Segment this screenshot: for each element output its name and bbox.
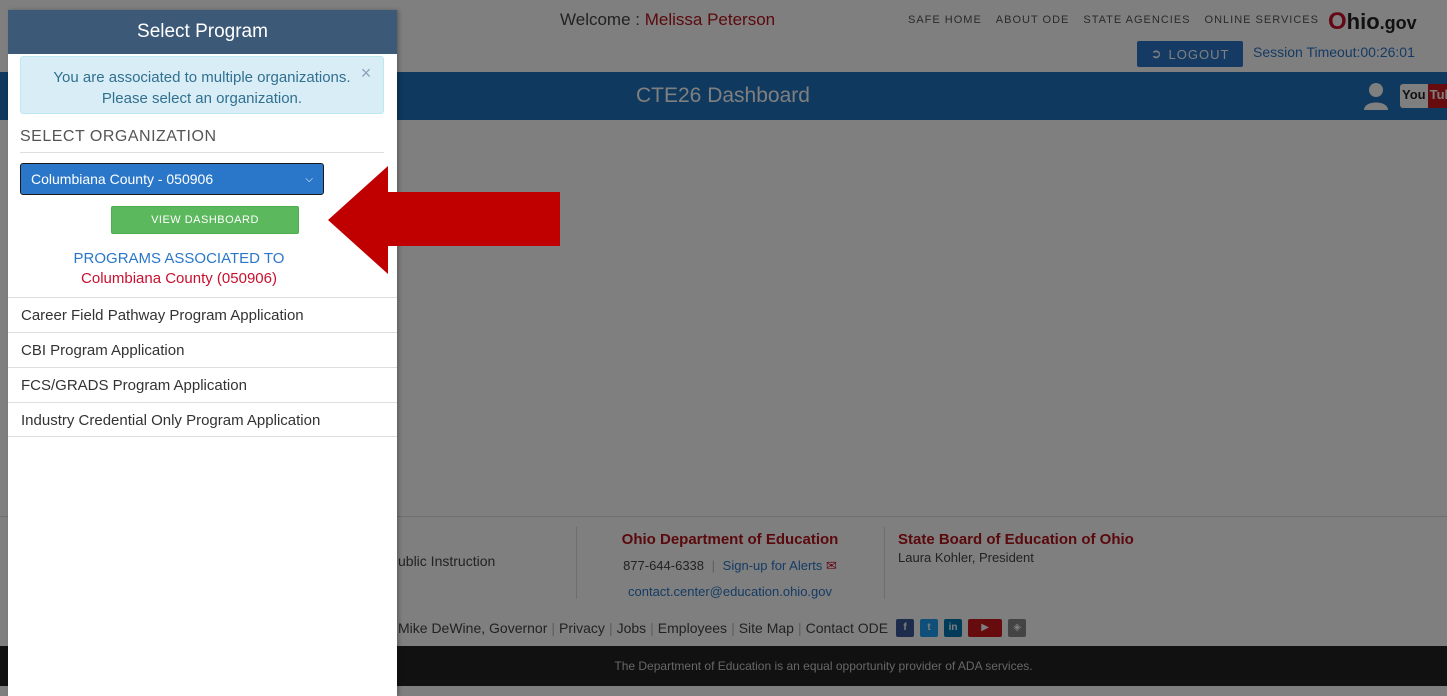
red-pointer-arrow-icon bbox=[328, 166, 560, 274]
selected-organization: Columbiana County - 050906 bbox=[31, 171, 214, 187]
associated-organization: Columbiana County (050906) bbox=[81, 270, 277, 287]
program-item-cbi[interactable]: CBI Program Application bbox=[8, 332, 397, 367]
select-organization-heading: SELECT ORGANIZATION bbox=[20, 128, 384, 153]
view-dashboard-button[interactable]: VIEW DASHBOARD bbox=[111, 206, 299, 234]
select-program-panel: Select Program You are associated to mul… bbox=[8, 10, 397, 696]
multiple-org-alert: You are associated to multiple organizat… bbox=[20, 56, 384, 114]
program-item-fcs-grads[interactable]: FCS/GRADS Program Application bbox=[8, 367, 397, 402]
close-icon[interactable]: × bbox=[359, 64, 373, 82]
organization-select[interactable]: Columbiana County - 050906 ⌵ bbox=[20, 163, 324, 195]
panel-title: Select Program bbox=[8, 10, 397, 54]
programs-associated-heading: PROGRAMS ASSOCIATED TO Columbiana County… bbox=[20, 249, 338, 289]
program-item-industry-credential[interactable]: Industry Credential Only Program Applica… bbox=[8, 402, 397, 437]
program-list: Career Field Pathway Program Application… bbox=[8, 297, 397, 437]
program-item-career-field-pathway[interactable]: Career Field Pathway Program Application bbox=[8, 297, 397, 332]
chevron-down-icon: ⌵ bbox=[305, 173, 313, 185]
